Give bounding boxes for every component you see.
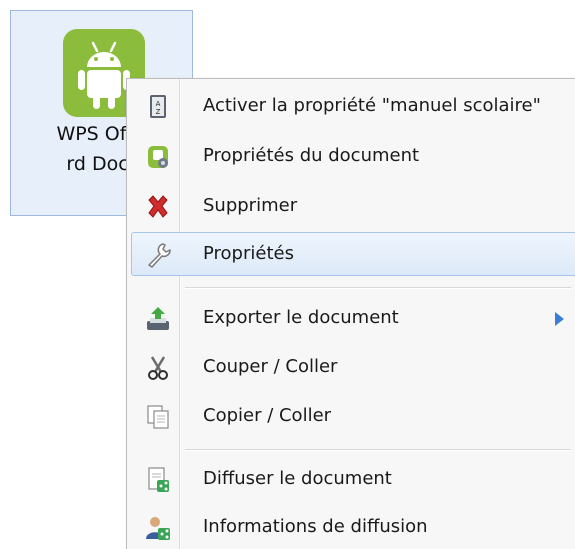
az-book-icon: A Z (144, 93, 172, 121)
scissors-icon (144, 354, 172, 382)
menu-item-label: Diffuser le document (203, 468, 392, 489)
menu-item-proprietes[interactable]: Propriétés (131, 232, 575, 276)
document-properties-icon (144, 143, 172, 171)
menu-item-label: Supprimer (203, 195, 298, 216)
menu-item-supprimer[interactable]: Supprimer (131, 184, 575, 228)
menu-item-copier-coller[interactable]: Copier / Coller (131, 394, 575, 438)
menu-item-label: Activer la propriété "manuel scolaire" (203, 95, 541, 116)
menu-item-exporter-le-document[interactable]: Exporter le document (131, 296, 575, 340)
share-document-icon (144, 466, 172, 494)
menu-item-label: Couper / Coller (203, 356, 338, 377)
menu-item-diffuser-le-document[interactable]: Diffuser le document (131, 457, 575, 501)
wrench-icon (144, 241, 172, 269)
svg-text:A: A (156, 100, 161, 108)
menu-item-label: Copier / Coller (203, 405, 332, 426)
menu-item-activer-manuel-scolaire[interactable]: A Z Activer la propriété "manuel scolair… (131, 84, 575, 128)
red-x-icon (144, 193, 172, 221)
svg-text:Z: Z (156, 108, 161, 116)
submenu-arrow-icon (555, 312, 564, 326)
menu-separator (185, 287, 571, 289)
menu-item-label: Exporter le document (203, 307, 399, 328)
menu-item-label: Propriétés du document (203, 145, 420, 166)
desktop-area: WPS Offic rd Docs A Z Activer la proprié… (0, 0, 575, 549)
menu-item-informations-de-diffusion[interactable]: Informations de diffusion (131, 505, 575, 549)
menu-item-label: Informations de diffusion (203, 516, 428, 537)
copy-icon (144, 403, 172, 431)
menu-item-couper-coller[interactable]: Couper / Coller (131, 345, 575, 389)
export-icon (144, 305, 172, 333)
menu-item-label: Propriétés (203, 243, 294, 264)
context-menu: A Z Activer la propriété "manuel scolair… (126, 78, 575, 549)
menu-item-proprietes-du-document[interactable]: Propriétés du document (131, 134, 575, 178)
menu-separator (185, 449, 571, 451)
user-share-icon (144, 514, 172, 542)
